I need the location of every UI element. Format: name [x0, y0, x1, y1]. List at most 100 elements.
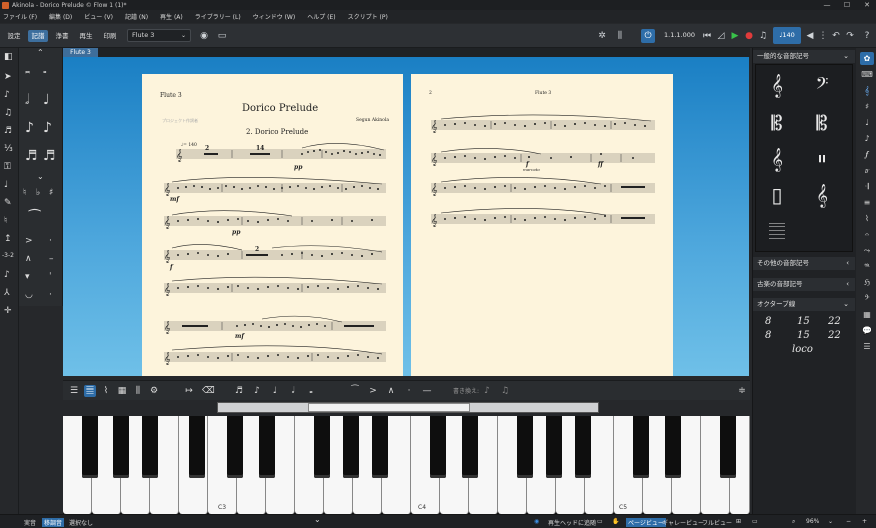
- tremolo-icon[interactable]: ≡: [860, 196, 874, 209]
- click-icon[interactable]: ♫: [756, 29, 770, 43]
- staccato-lower-icon[interactable]: ·: [403, 385, 415, 397]
- tenuto-dot-icon[interactable]: ⋅: [49, 290, 52, 300]
- zoom-in-icon[interactable]: +: [862, 518, 867, 525]
- percussion-clef-icon[interactable]: 𝄥: [805, 146, 839, 172]
- whole-icon[interactable]: 𝅝: [305, 385, 317, 397]
- activate-project-icon[interactable]: ⏻: [641, 29, 655, 43]
- split-stem-icon[interactable]: ⅄: [4, 288, 10, 298]
- staccato-icon[interactable]: ·: [49, 236, 52, 246]
- octave-22ma-item[interactable]: 22: [828, 316, 841, 327]
- piano-black-key[interactable]: [259, 416, 275, 478]
- rewrite-pitch-icon[interactable]: ♪: [481, 385, 493, 397]
- quarter-icon[interactable]: ♩: [269, 385, 281, 397]
- bars-icon[interactable]: ▦: [860, 308, 874, 321]
- chord-icon[interactable]: ♫: [4, 108, 12, 118]
- menu-help[interactable]: ヘルプ (E): [307, 12, 335, 21]
- lyrics-icon[interactable]: ☰: [860, 340, 874, 353]
- guitar-fretboard-icon[interactable]: ⌇: [100, 385, 112, 397]
- piano-keyboard[interactable]: C3 C4 C5: [63, 416, 750, 516]
- palette-icon[interactable]: ✿: [860, 52, 874, 65]
- mode-play[interactable]: 再生: [76, 30, 96, 42]
- score-canvas[interactable]: Flute 3 Dorico Prelude プロジェクト作詞者 Segun A…: [63, 57, 749, 376]
- hand-icon[interactable]: ✋: [612, 518, 619, 525]
- piano-black-key[interactable]: [227, 416, 243, 478]
- accent-icon[interactable]: >: [25, 236, 33, 246]
- treble-clef-icon[interactable]: 𝄞: [760, 72, 794, 98]
- layout-selector[interactable]: Flute 3 ⌄: [127, 29, 191, 42]
- quarter-note-icon[interactable]: ♩: [43, 92, 50, 108]
- piano-black-key[interactable]: [665, 416, 681, 478]
- flat-icon[interactable]: ♭: [36, 188, 40, 198]
- mode-print[interactable]: 印刷: [100, 30, 120, 42]
- stress-icon[interactable]: ˈ: [49, 272, 51, 282]
- delete-icon[interactable]: ⌫: [202, 385, 215, 397]
- menu-file[interactable]: ファイル (F): [3, 12, 37, 21]
- half-note-icon[interactable]: 𝅗𝅥: [25, 92, 29, 108]
- piano-black-key[interactable]: [546, 416, 562, 478]
- more-icon[interactable]: ⋮: [816, 29, 830, 43]
- eighth-icon[interactable]: ♪: [251, 385, 263, 397]
- panel-icon[interactable]: ◧: [4, 52, 13, 62]
- clef-panel-icon[interactable]: 𝄞: [860, 84, 874, 97]
- tab-flute-3[interactable]: Flute 3: [63, 48, 98, 57]
- slur-icon[interactable]: ⁀: [29, 210, 40, 226]
- transpose-icon[interactable]: -3-2: [2, 252, 14, 259]
- breve-icon[interactable]: 𝅜: [25, 66, 30, 76]
- key-signature-icon[interactable]: ♯: [860, 100, 874, 113]
- piano-black-key[interactable]: [82, 416, 98, 478]
- lock-icon[interactable]: ⚿: [4, 162, 11, 172]
- pencil-icon[interactable]: ✎: [4, 198, 12, 208]
- rewrite-rhythm-icon[interactable]: ♫: [499, 385, 511, 397]
- view-options-icon[interactable]: ⊞: [736, 518, 741, 525]
- tempo-panel-icon[interactable]: ♪: [860, 132, 874, 145]
- harp-icon[interactable]: ℌ: [860, 276, 874, 289]
- sharp-icon[interactable]: ♯: [49, 188, 53, 198]
- rewind-icon[interactable]: ⏮: [700, 29, 714, 43]
- section-other-clefs[interactable]: その他の音部記号 ‹: [753, 257, 855, 270]
- bass-clef-icon[interactable]: 𝄢: [805, 72, 839, 98]
- piano-black-key[interactable]: [343, 416, 359, 478]
- section-old-clefs[interactable]: 古楽の音部記号 ‹: [753, 278, 855, 291]
- panel-toggle-icon[interactable]: ▭: [215, 29, 229, 43]
- tab-staff-icon[interactable]: 𝄚: [760, 218, 794, 244]
- chevron-down-icon[interactable]: ⌄: [828, 518, 833, 525]
- visible-range-window[interactable]: [308, 403, 470, 412]
- piano-black-key[interactable]: [314, 416, 330, 478]
- sixteenth-icon[interactable]: ♬: [233, 385, 245, 397]
- menu-window[interactable]: ウィンドウ (W): [253, 12, 296, 21]
- menu-notation[interactable]: 記譜 (N): [125, 12, 148, 21]
- zoom-out-icon[interactable]: −: [846, 518, 851, 525]
- octave-15ma-item[interactable]: 15: [797, 316, 810, 327]
- close-button[interactable]: ✕: [860, 0, 874, 10]
- pedal-icon[interactable]: 𝆮: [860, 260, 874, 273]
- list-icon[interactable]: ☰: [68, 385, 80, 397]
- playhead-toggle-icon[interactable]: ◉: [534, 518, 539, 525]
- section-octave-lines[interactable]: オクターブ線 ⌄: [753, 298, 855, 311]
- galley-view-button[interactable]: ギャレービュー: [662, 518, 704, 527]
- eighth-note-icon[interactable]: ♪: [25, 120, 34, 136]
- full-view-button[interactable]: フルビュー: [702, 518, 732, 527]
- mode-engrave[interactable]: 浄書: [52, 30, 72, 42]
- ornaments-icon[interactable]: 𝆖: [860, 164, 874, 177]
- octave-8vb-item[interactable]: 8: [765, 330, 771, 341]
- staccatissimo-icon[interactable]: ▾: [25, 272, 30, 282]
- half-icon[interactable]: 𝅗𝅥: [287, 385, 299, 397]
- sixteenth-note-icon[interactable]: ♪: [43, 120, 52, 136]
- menu-script[interactable]: スクリプト (P): [348, 12, 388, 21]
- repeat-icon[interactable]: 𝄇: [860, 180, 874, 193]
- voice-icon[interactable]: ♩: [4, 180, 8, 190]
- time-signature-icon[interactable]: ♩: [860, 116, 874, 129]
- marcato-icon[interactable]: ∧: [25, 254, 32, 264]
- note-input-icon[interactable]: ♪: [4, 90, 10, 100]
- menu-edit[interactable]: 編集 (D): [49, 12, 72, 21]
- help-icon[interactable]: ?: [860, 29, 874, 43]
- 64th-note-icon[interactable]: ♬: [43, 148, 56, 164]
- mixer-settings-icon[interactable]: ✲: [595, 29, 609, 43]
- octave-8va-item[interactable]: 8: [765, 316, 771, 327]
- tenor-clef-icon[interactable]: 𝄡: [805, 110, 839, 136]
- mode-setup[interactable]: 設定: [4, 30, 24, 42]
- chevron-down-icon[interactable]: ⌄: [314, 515, 321, 524]
- screen-icon[interactable]: ▭: [597, 518, 603, 525]
- keyboard-icon[interactable]: ⌨: [860, 68, 874, 81]
- caret-icon[interactable]: ♮: [4, 216, 7, 226]
